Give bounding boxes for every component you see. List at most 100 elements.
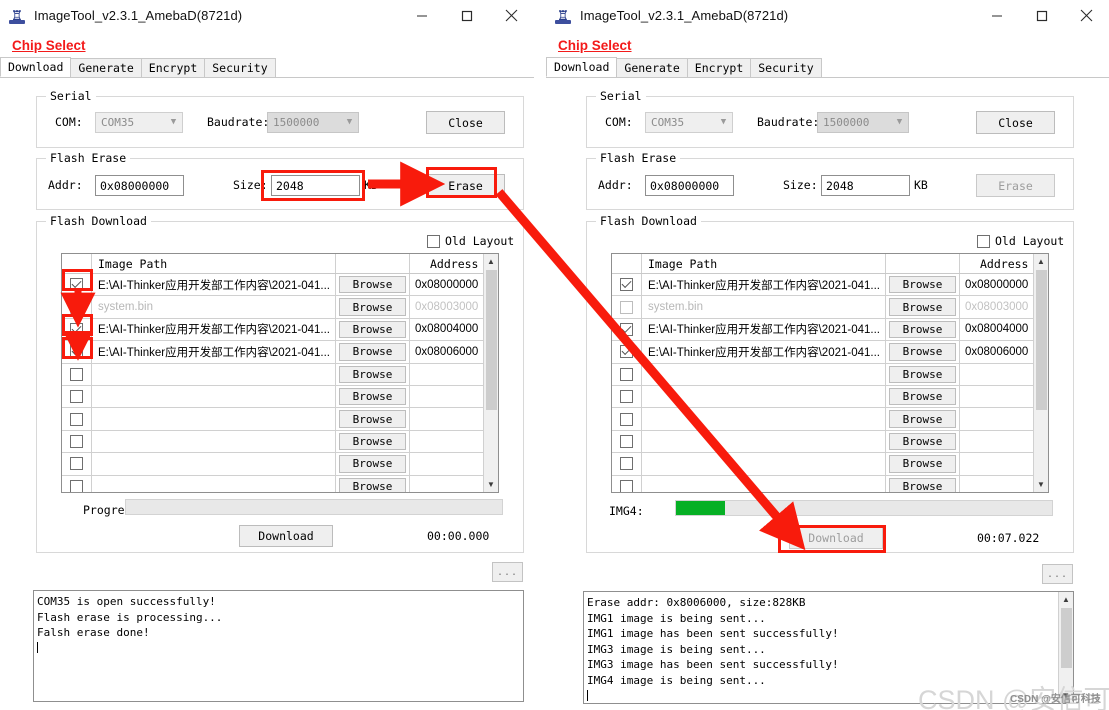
maximize-icon[interactable] [1019,0,1064,32]
row-check-cell[interactable] [612,296,642,318]
table-row[interactable]: Browse [62,453,498,476]
scrollbar-thumb[interactable] [486,270,497,410]
chip-select-link[interactable]: Chip Select [12,38,86,53]
table-row[interactable]: Browse [62,385,498,409]
row-checkbox-3[interactable] [70,322,83,336]
scroll-up-icon[interactable]: ▲ [484,254,499,269]
browse-button-3[interactable]: Browse [339,320,406,339]
row-check-cell[interactable] [612,274,642,296]
baudrate-select[interactable]: 1500000 ▼ [267,112,359,133]
browse-button-4[interactable]: Browse [339,343,406,361]
table-row[interactable]: Browse [612,363,1048,386]
old-layout-checkbox[interactable] [427,234,440,248]
serial-close-button[interactable]: Close [426,111,505,134]
row-image-path[interactable] [642,385,886,408]
row-image-path[interactable]: E:\AI-Thinker应用开发部工作内容\2021-041... [92,318,336,341]
old-layout-checkbox-row[interactable]: Old Layout [427,234,514,248]
browse-button-2[interactable]: Browse [339,298,406,316]
scrollbar-thumb[interactable] [1036,270,1047,410]
com-port-select[interactable]: COM35 ▼ [95,112,183,133]
erase-button[interactable]: Erase [976,174,1055,197]
row-check-cell[interactable] [62,296,92,318]
row-browse-cell[interactable]: Browse [886,363,960,385]
table-row[interactable]: Browse [612,430,1048,454]
row-checkbox-7[interactable] [70,412,83,426]
row-check-cell[interactable] [62,475,92,492]
minimize-icon[interactable] [974,0,1019,32]
serial-close-button[interactable]: Close [976,111,1055,134]
row-browse-cell[interactable]: Browse [336,318,410,341]
row-checkbox-2[interactable] [70,300,83,314]
row-browse-cell[interactable]: Browse [336,408,410,430]
row-browse-cell[interactable]: Browse [336,363,410,385]
table-row[interactable]: E:\AI-Thinker应用开发部工作内容\2021-041... Browse… [612,318,1048,342]
row-image-path[interactable] [92,408,336,430]
row-browse-cell[interactable]: Browse [336,475,410,492]
browse-button-3[interactable]: Browse [889,320,956,339]
row-check-cell[interactable] [62,453,92,475]
row-check-cell[interactable] [612,363,642,385]
table-row[interactable]: Browse [62,363,498,386]
row-check-cell[interactable] [62,274,92,296]
row-image-path[interactable] [92,363,336,385]
table-row[interactable]: E:\AI-Thinker应用开发部工作内容\2021-041... Browse… [612,274,1048,297]
row-browse-cell[interactable]: Browse [886,430,960,453]
tab-generate[interactable]: Generate [70,58,142,77]
row-image-path[interactable]: E:\AI-Thinker应用开发部工作内容\2021-041... [642,318,886,341]
browse-button-10[interactable]: Browse [339,477,406,492]
row-browse-cell[interactable]: Browse [886,408,960,430]
erase-button[interactable]: Erase [426,174,505,197]
row-browse-cell[interactable]: Browse [336,430,410,453]
browse-button-9[interactable]: Browse [339,455,406,473]
table-row[interactable]: Browse [612,385,1048,409]
browse-button-8[interactable]: Browse [339,432,406,451]
row-check-cell[interactable] [612,453,642,475]
row-browse-cell[interactable]: Browse [886,296,960,318]
table-row[interactable]: E:\AI-Thinker应用开发部工作内容\2021-041... Browse… [62,318,498,342]
erase-addr-input[interactable]: 0x08000000 [95,175,184,196]
row-browse-cell[interactable]: Browse [336,341,410,363]
row-checkbox-6[interactable] [70,390,83,404]
row-image-path[interactable]: system.bin [92,296,336,318]
browse-button-4[interactable]: Browse [889,343,956,361]
log-panel-left[interactable]: COM35 is open successfully! Flash erase … [33,590,524,702]
row-image-path[interactable] [642,475,886,492]
row-browse-cell[interactable]: Browse [886,341,960,363]
row-checkbox-1[interactable] [70,278,83,292]
browse-button-7[interactable]: Browse [889,410,956,428]
browse-button-10[interactable]: Browse [889,477,956,492]
row-checkbox-1[interactable] [620,278,633,292]
browse-button-6[interactable]: Browse [339,387,406,406]
row-image-path[interactable] [92,475,336,492]
row-checkbox-7[interactable] [620,412,633,426]
row-browse-cell[interactable]: Browse [336,274,410,296]
chip-select-link[interactable]: Chip Select [558,38,632,53]
table-scrollbar-left[interactable]: ▲ ▼ [483,254,498,492]
table-row[interactable]: Browse [612,408,1048,431]
row-browse-cell[interactable]: Browse [886,453,960,475]
close-icon[interactable] [1064,0,1109,32]
erase-size-input[interactable]: 2048 [821,175,910,196]
tab-download[interactable]: Download [0,57,72,77]
row-check-cell[interactable] [612,475,642,492]
download-button-left[interactable]: Download [239,525,333,547]
erase-size-input[interactable]: 2048 [271,175,360,196]
table-row[interactable]: Browse [612,453,1048,476]
tab-download[interactable]: Download [546,57,618,77]
more-options-button-left[interactable]: ... [492,562,523,582]
row-browse-cell[interactable]: Browse [336,296,410,318]
row-check-cell[interactable] [612,408,642,430]
table-row[interactable]: E:\AI-Thinker应用开发部工作内容\2021-041... Browse… [62,341,498,364]
row-check-cell[interactable] [612,318,642,341]
browse-button-5[interactable]: Browse [339,365,406,383]
row-checkbox-4[interactable] [70,345,83,359]
row-browse-cell[interactable]: Browse [886,385,960,408]
row-check-cell[interactable] [612,341,642,363]
browse-button-2[interactable]: Browse [889,298,956,316]
row-image-path[interactable]: system.bin [642,296,886,318]
row-checkbox-9[interactable] [620,457,633,471]
table-row[interactable]: Browse [612,475,1048,492]
scroll-down-icon[interactable]: ▼ [484,477,499,492]
tab-security[interactable]: Security [204,58,276,77]
download-button-right[interactable]: Download [789,527,883,549]
